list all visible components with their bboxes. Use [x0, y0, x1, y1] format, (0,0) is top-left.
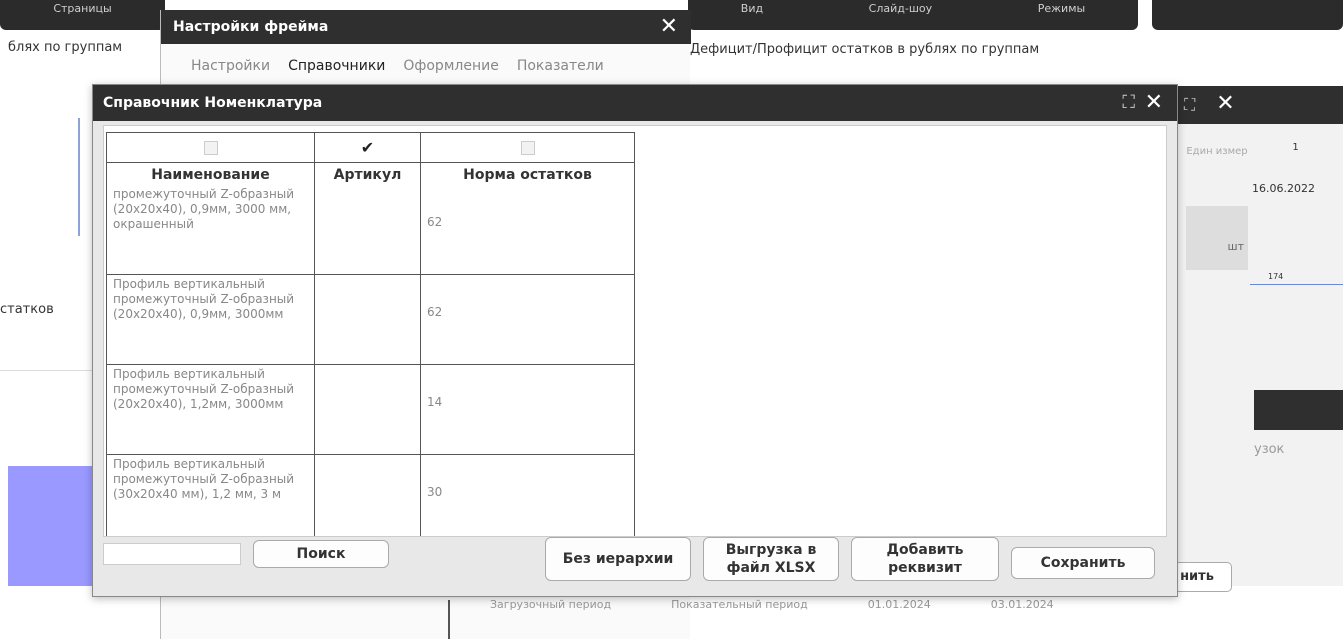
top-menu-right — [1152, 0, 1343, 30]
cell-name[interactable]: промежуточный Z-образный (20х20х40), 0,9… — [106, 184, 315, 275]
right-num-1: 1 — [1292, 142, 1299, 153]
cell-article[interactable] — [314, 364, 421, 455]
column-checkbox[interactable]: ✔ — [361, 139, 375, 155]
frame-settings-title: Настройки фрейма — [161, 10, 691, 44]
dialog-body: ✔ Наименование Артикул Норма остатков пр… — [103, 125, 1167, 537]
right-date: 16.06.2022 — [1252, 182, 1315, 195]
cell-article[interactable] — [314, 454, 421, 536]
right-background-window: ⛶ ✕ Един измер 1 16.06.2022 шт 174 узок … — [1162, 86, 1343, 592]
column-checkbox[interactable] — [520, 140, 535, 155]
column-checkbox[interactable] — [203, 140, 218, 155]
search-input[interactable] — [103, 543, 241, 565]
column-header-name[interactable]: Наименование — [106, 162, 315, 185]
no-hierarchy-button[interactable]: Без иерархии — [545, 537, 691, 581]
table-row[interactable]: промежуточный Z-образный (20х20х40), 0,9… — [106, 184, 635, 275]
frame-close-icon[interactable]: ✕ — [660, 10, 678, 44]
top-tab-modes[interactable]: Режимы — [1038, 0, 1085, 30]
column-header-article[interactable]: Артикул — [314, 162, 421, 185]
dialog-title: Справочник Номенклатура — [93, 85, 1177, 121]
left-chart-title: блях по группам — [8, 40, 123, 55]
cell-name[interactable]: Профиль вертикальный промежуточный Z-обр… — [106, 364, 315, 455]
nomenclature-table: ✔ Наименование Артикул Норма остатков пр… — [106, 132, 635, 536]
cell-norm[interactable]: 62 — [420, 274, 635, 365]
top-tab-slideshow[interactable]: Слайд-шоу — [869, 0, 932, 30]
close-icon[interactable]: ✕ — [1216, 91, 1234, 116]
table-row[interactable]: Профиль вертикальный промежуточный Z-обр… — [106, 274, 635, 365]
top-tab-view[interactable]: Вид — [741, 0, 763, 30]
cell-article[interactable] — [314, 184, 421, 275]
scrollbar-thumb[interactable] — [1166, 472, 1167, 480]
column-header-norm[interactable]: Норма остатков — [420, 162, 635, 185]
bg-footer-cell: 03.01.2024 — [990, 598, 1054, 611]
top-tab-pages[interactable]: Страницы — [0, 0, 165, 30]
top-menu: Вид Слайд-шоу Режимы — [688, 0, 1138, 30]
expand-icon[interactable]: ⛶ — [1184, 95, 1195, 114]
cell-norm[interactable]: 30 — [420, 454, 635, 536]
right-dark-bar — [1254, 390, 1343, 430]
bg-footer-cell: Загрузочный период — [490, 598, 612, 611]
column-visibility-row: ✔ — [106, 132, 635, 163]
left-bar — [8, 466, 92, 586]
unit-column-header: Един измер — [1186, 146, 1248, 157]
column-check-cell[interactable] — [106, 132, 315, 163]
expand-icon[interactable]: ⛶ — [1122, 85, 1135, 121]
table-row[interactable]: Профиль вертикальный промежуточный Z-обр… — [106, 364, 635, 455]
frame-tabs: Настройки Справочники Оформление Показат… — [161, 44, 691, 88]
search-button[interactable]: Поиск — [253, 540, 389, 568]
cell-norm[interactable]: 14 — [420, 364, 635, 455]
right-window-titlebar: ⛶ ✕ — [1170, 86, 1343, 124]
cell-name[interactable]: Профиль вертикальный промежуточный Z-обр… — [106, 274, 315, 365]
left-row-label: статков — [0, 302, 54, 317]
export-xlsx-button[interactable]: Выгрузка в файл XLSX — [703, 537, 839, 581]
chart-title: Дефицит/Профицит остатков в рублях по гр… — [690, 42, 1040, 57]
right-bottom-text: узок — [1254, 442, 1285, 457]
cell-article[interactable] — [314, 274, 421, 365]
unit-cell: шт — [1186, 206, 1248, 270]
close-icon[interactable]: ✕ — [1145, 85, 1163, 121]
add-attribute-button[interactable]: Добавить реквизит — [851, 537, 999, 581]
nomenclature-dialog: Справочник Номенклатура ⛶ ✕ ✔ Наименован… — [92, 84, 1178, 597]
column-check-cell[interactable]: ✔ — [314, 132, 421, 163]
cell-name[interactable]: Профиль вертикальный промежуточный Z-обр… — [106, 454, 315, 536]
bg-footer-cell: Показательный период — [671, 598, 808, 611]
background-footer-row: Загрузочный период Показательный период … — [490, 598, 1170, 611]
column-check-cell[interactable] — [420, 132, 635, 163]
left-chart-axis — [78, 118, 80, 236]
background-divider — [448, 600, 450, 639]
save-button[interactable]: Сохранить — [1011, 547, 1155, 579]
right-num-2: 174 — [1268, 272, 1284, 281]
cell-norm[interactable]: 62 — [420, 184, 635, 275]
right-chart-line — [1250, 284, 1343, 285]
header-row: Наименование Артикул Норма остатков — [106, 162, 635, 185]
table-row[interactable]: Профиль вертикальный промежуточный Z-обр… — [106, 454, 635, 536]
bg-footer-cell: 01.01.2024 — [867, 598, 931, 611]
